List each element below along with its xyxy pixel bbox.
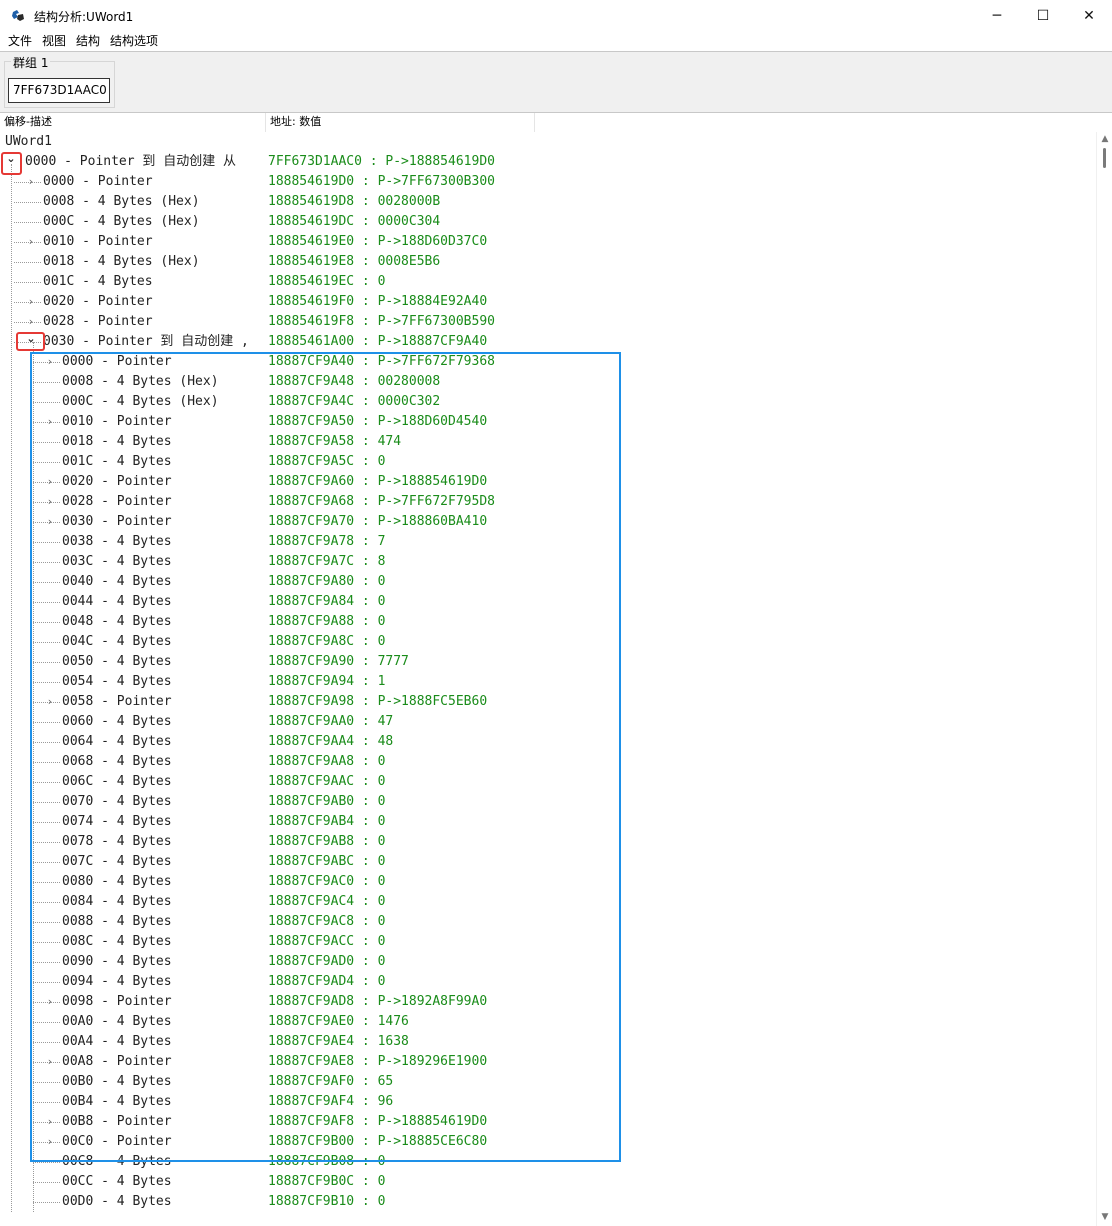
row-offset-description: 00D0 - 4 Bytes xyxy=(62,1194,172,1209)
menu-structure[interactable]: 结构 xyxy=(72,31,104,51)
vertical-scrollbar[interactable]: ▲ ▼ xyxy=(1096,132,1112,1226)
tree-row[interactable]: › 0028 - Pointer 188854619F8 : P->7FF67300… xyxy=(0,312,1096,332)
tree-row[interactable]: › 0020 - Pointer 188854619F0 : P->18884E92… xyxy=(0,292,1096,312)
tree-row[interactable]: 0008 - 4 Bytes (Hex) 188854619D8 : 002800… xyxy=(0,192,1096,212)
row-offset-description: 00CC - 4 Bytes xyxy=(62,1174,172,1189)
row-address-value: 188854619E8 : 0008E5B6 xyxy=(268,254,441,269)
header-offset-description[interactable]: 偏移-描述 xyxy=(0,113,266,132)
row-offset-description: 000C - 4 Bytes (Hex) xyxy=(43,214,200,229)
menu-view[interactable]: 视图 xyxy=(38,31,70,51)
group-panel: 群组 1 7FF673D1AAC0 xyxy=(0,51,1112,113)
tree-row[interactable]: ⌄ 0000 - Pointer 到 自动创建 从 7FF673D1AAC0 : P… xyxy=(0,152,1096,172)
tree-connector xyxy=(14,282,41,283)
tree-connector xyxy=(14,262,41,263)
chevron-right-icon[interactable]: › xyxy=(26,292,36,312)
row-address-value: 188854619DC : 0000C304 xyxy=(268,214,441,229)
scroll-thumb[interactable] xyxy=(1103,148,1106,168)
row-offset-description: 0000 - Pointer xyxy=(43,174,153,189)
chevron-right-icon[interactable]: › xyxy=(26,232,36,252)
row-address-value: 188854619D0 : P->7FF67300B300 xyxy=(268,174,495,189)
row-address-value: 18887CF9B10 : 0 xyxy=(268,1194,386,1209)
tree-connector xyxy=(33,1202,60,1203)
tree-connector xyxy=(33,1162,60,1163)
tree-row[interactable]: 00D0 - 4 Bytes 18887CF9B10 : 0 xyxy=(0,1192,1096,1212)
row-offset-description: 0020 - Pointer xyxy=(43,294,153,309)
row-offset-description: 0030 - Pointer 到 自动创建 , xyxy=(43,334,249,349)
close-button[interactable]: ✕ xyxy=(1066,0,1112,32)
tree-guide-line xyxy=(11,164,12,1212)
group-box: 群组 1 7FF673D1AAC0 xyxy=(4,54,115,108)
row-offset-description: 0010 - Pointer xyxy=(43,234,153,249)
row-offset-description: 001C - 4 Bytes xyxy=(43,274,153,289)
highlight-blue-expanded-region xyxy=(30,352,621,1162)
scroll-up-arrow-icon[interactable]: ▲ xyxy=(1097,134,1112,146)
window-title: 结构分析:UWord1 xyxy=(34,9,134,24)
row-address-value: 7FF673D1AAC0 : P->188854619D0 xyxy=(268,154,495,169)
row-address-value: 188854619E0 : P->188D60D37C0 xyxy=(268,234,488,249)
group-label: 群组 1 xyxy=(11,54,51,71)
tree-row[interactable]: › 0000 - Pointer 188854619D0 : P->7FF67300… xyxy=(0,172,1096,192)
row-offset-description: 0008 - 4 Bytes (Hex) xyxy=(43,194,200,209)
row-address-value: 188854619F8 : P->7FF67300B590 xyxy=(268,314,495,329)
menu-structure-options[interactable]: 结构选项 xyxy=(106,31,162,51)
row-address-value: 18885461A00 : P->18887CF9A40 xyxy=(268,334,488,349)
row-address-value: 188854619D8 : 0028000B xyxy=(268,194,441,209)
tree-row[interactable]: 00CC - 4 Bytes 18887CF9B0C : 0 xyxy=(0,1172,1096,1192)
tree-row[interactable]: 0018 - 4 Bytes (Hex) 188854619E8 : 0008E5… xyxy=(0,252,1096,272)
chevron-right-icon[interactable]: › xyxy=(26,312,36,332)
maximize-button[interactable]: ☐ xyxy=(1020,0,1066,32)
row-offset-description: 0018 - 4 Bytes (Hex) xyxy=(43,254,200,269)
group-address-field[interactable]: 7FF673D1AAC0 xyxy=(8,78,110,103)
row-address-value: 188854619EC : 0 xyxy=(268,274,386,289)
column-header: 偏移-描述 地址: 数值 xyxy=(0,113,1112,132)
root-label: UWord1 xyxy=(5,134,52,149)
scroll-down-arrow-icon[interactable]: ▼ xyxy=(1097,1212,1112,1224)
tree-root: UWord1 xyxy=(0,132,1096,152)
row-address-value: 188854619F0 : P->18884E92A40 xyxy=(268,294,488,309)
tree-row[interactable]: › 0010 - Pointer 188854619E0 : P->188D60D3… xyxy=(0,232,1096,252)
tree-connector xyxy=(14,202,41,203)
highlight-red-expander-0030 xyxy=(16,332,45,351)
tree-row[interactable]: 000C - 4 Bytes (Hex) 188854619DC : 0000C3… xyxy=(0,212,1096,232)
header-address-value[interactable]: 地址: 数值 xyxy=(266,113,535,132)
title-bar: 结构分析:UWord1 ─ ☐ ✕ xyxy=(0,0,1112,32)
row-offset-description: 0000 - Pointer 到 自动创建 从 xyxy=(25,154,237,169)
tree-connector xyxy=(33,1182,60,1183)
row-address-value: 18887CF9B0C : 0 xyxy=(268,1174,386,1189)
highlight-red-expander-root xyxy=(1,152,22,175)
chevron-right-icon[interactable]: › xyxy=(26,172,36,192)
cheat-engine-icon xyxy=(10,8,26,24)
menu-bar: 文件 视图 结构 结构选项 xyxy=(0,31,1112,51)
row-offset-description: 0028 - Pointer xyxy=(43,314,153,329)
tree-connector xyxy=(14,222,41,223)
tree-row[interactable]: 001C - 4 Bytes 188854619EC : 0 xyxy=(0,272,1096,292)
menu-file[interactable]: 文件 xyxy=(4,31,36,51)
minimize-button[interactable]: ─ xyxy=(974,0,1020,32)
tree-row[interactable]: ⌄ 0030 - Pointer 到 自动创建 , 18885461A00 : P-… xyxy=(0,332,1096,352)
